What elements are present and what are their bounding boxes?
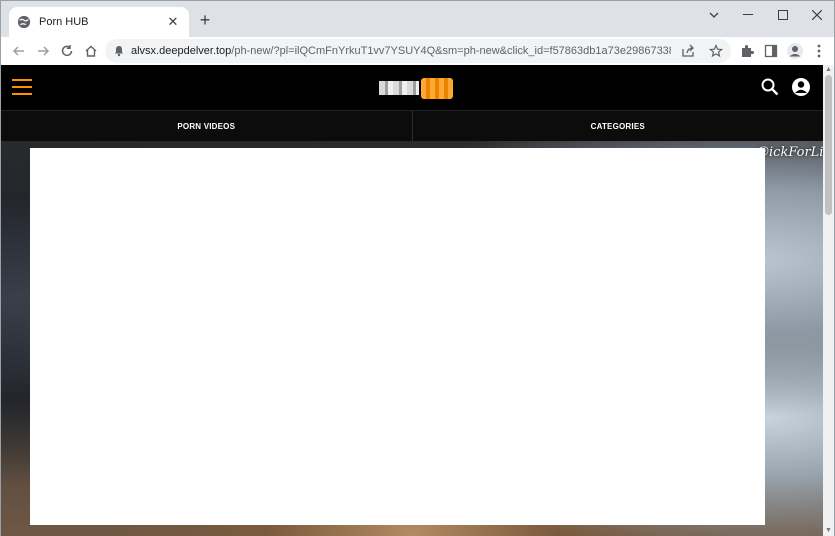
account-icon[interactable] <box>791 77 811 97</box>
home-button[interactable] <box>79 39 103 63</box>
site-header <box>1 65 823 110</box>
notification-bell-icon[interactable] <box>113 45 125 57</box>
blank-overlay-panel[interactable] <box>30 148 765 525</box>
globe-icon <box>17 15 31 29</box>
video-watermark: @ickForLily <box>756 145 823 160</box>
nav-porn-videos[interactable]: PORN VIDEOS <box>1 111 412 141</box>
share-icon[interactable] <box>681 44 695 63</box>
address-bar[interactable]: alvsx.deepdelver.top/ph-new/?pl=ilQCmFnY… <box>105 39 731 63</box>
logo-badge-pixelated <box>421 77 453 99</box>
tab-close-icon[interactable]: ✕ <box>165 14 181 30</box>
scroll-down-arrow-icon[interactable]: ▼ <box>825 527 832 535</box>
minimize-button[interactable] <box>731 5 765 25</box>
page-scrollbar[interactable]: ▲ ▼ <box>823 65 834 536</box>
site-nav: PORN VIDEOS CATEGORIES <box>1 110 823 141</box>
reload-button[interactable] <box>55 39 79 63</box>
new-tab-button[interactable]: + <box>195 10 215 30</box>
forward-button[interactable] <box>31 39 55 63</box>
url-text[interactable]: alvsx.deepdelver.top/ph-new/?pl=ilQCmFnY… <box>131 45 671 57</box>
url-path: /ph-new/?pl=ilQCmFnYrkuT1vv7YSUY4Q&sm=ph… <box>231 45 671 57</box>
browser-window: Porn HUB ✕ + alvsx.deepdelver.top/ph-new… <box>0 0 835 536</box>
close-window-button[interactable] <box>800 5 834 25</box>
back-button[interactable] <box>7 39 31 63</box>
browser-toolbar: alvsx.deepdelver.top/ph-new/?pl=ilQCmFnY… <box>1 37 834 65</box>
browser-tab[interactable]: Porn HUB ✕ <box>9 7 189 37</box>
search-icon[interactable] <box>761 78 779 96</box>
menu-kebab-icon[interactable] <box>807 39 831 63</box>
nav-categories[interactable]: CATEGORIES <box>411 111 824 141</box>
page-viewport: @ickForLily PORN VIDEOS CATEGORIES <box>1 65 823 536</box>
side-panel-icon[interactable] <box>759 39 783 63</box>
scroll-up-arrow-icon[interactable]: ▲ <box>825 66 832 74</box>
tab-search-icon[interactable] <box>697 5 731 25</box>
logo-text-pixelated <box>379 81 419 95</box>
tab-strip: Porn HUB ✕ + <box>1 1 834 37</box>
scroll-thumb[interactable] <box>825 75 832 215</box>
extensions-icon[interactable] <box>735 39 759 63</box>
profile-avatar-icon[interactable] <box>783 39 807 63</box>
hamburger-menu-icon[interactable] <box>12 79 32 95</box>
site-logo[interactable] <box>379 77 453 99</box>
tab-title: Porn HUB <box>39 16 89 28</box>
bookmark-star-icon[interactable] <box>708 43 724 63</box>
maximize-button[interactable] <box>766 5 800 25</box>
url-host: alvsx.deepdelver.top <box>131 45 232 57</box>
